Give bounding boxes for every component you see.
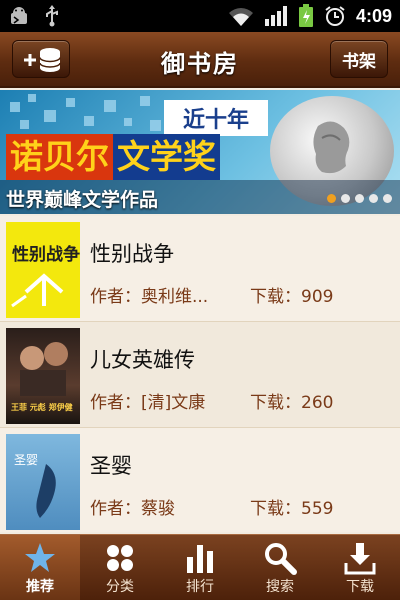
book-downloads: 下载：559 [250, 499, 334, 519]
book-list-item[interactable]: 圣婴 圣婴 作者：蔡骏 下载：559 [0, 428, 400, 532]
banner-decoration [140, 96, 150, 106]
banner-decoration [150, 120, 161, 131]
banner-decoration [66, 98, 75, 107]
promo-banner[interactable]: 近十年 诺贝尔 文学奖 世界巅峰文学作品 [0, 90, 400, 214]
star-icon [25, 543, 55, 572]
book-cover-image: 王菲 元彪 郑伊健 [6, 328, 80, 424]
book-downloads: 下载：260 [250, 393, 334, 413]
book-title: 性别战争 [90, 242, 174, 266]
book-title: 圣婴 [90, 454, 132, 478]
tab-label: 下载 [346, 579, 374, 595]
banner-decoration [104, 100, 116, 112]
tab-label: 推荐 [26, 579, 54, 595]
tab-category[interactable]: 分类 [80, 535, 160, 600]
carousel-dot[interactable] [369, 194, 378, 203]
carousel-dot[interactable] [341, 194, 350, 203]
banner-headline: 诺贝尔 文学奖 [6, 134, 220, 180]
signal-icon [264, 6, 287, 26]
title-bar: 御书房 书架 [0, 32, 400, 88]
bookshelf-button[interactable]: 书架 [330, 40, 388, 78]
cover-title-text: 性别战争 [12, 244, 80, 265]
alarm-icon [325, 6, 345, 26]
carousel-dot[interactable] [327, 194, 336, 203]
download-icon [344, 543, 376, 575]
banner-decoration [20, 120, 29, 129]
cover-title-text: 圣婴 [14, 453, 38, 467]
android-debug-icon [11, 7, 27, 24]
banner-decoration [44, 110, 56, 122]
book-author: 作者：奥利维... [90, 287, 209, 307]
banner-decoration [28, 94, 36, 102]
bottom-tab-bar: 推荐 分类 排行 搜索 下载 [0, 534, 400, 600]
tab-label: 分类 [106, 579, 134, 595]
grid-icon [107, 545, 133, 571]
book-downloads: 下载：909 [250, 287, 334, 307]
search-icon [265, 543, 297, 575]
status-time: 4:09 [355, 5, 392, 26]
tab-label: 排行 [186, 579, 214, 595]
tab-label: 搜索 [266, 579, 294, 595]
tab-download[interactable]: 下载 [320, 535, 400, 600]
app-screen: 4:09 御书房 书架 近十年 诺贝尔 文学奖 世界巅峰文学作品 性别战争 性别… [0, 0, 400, 600]
tab-search[interactable]: 搜索 [240, 535, 320, 600]
status-bar: 4:09 [0, 0, 400, 32]
carousel-dot[interactable] [383, 194, 392, 203]
usb-icon [46, 5, 58, 27]
banner-decoration [10, 102, 20, 112]
book-list-item[interactable]: 性别战争 性别战争 作者：奥利维... 下载：909 [0, 216, 400, 322]
book-cover-image: 性别战争 [6, 222, 80, 318]
banner-headline-part1: 诺贝尔 [6, 134, 113, 180]
tab-recommend[interactable]: 推荐 [0, 535, 80, 600]
bar-chart-icon [187, 545, 213, 573]
banner-decoration [84, 116, 94, 126]
book-author: 作者：蔡骏 [90, 499, 175, 519]
cover-title-text: 王菲 元彪 郑伊健 [11, 402, 73, 412]
book-author: 作者：[清]文康 [90, 393, 206, 413]
banner-headline-part2: 文学奖 [113, 134, 220, 180]
banner-caption: 世界巅峰文学作品 [6, 189, 159, 211]
book-cover-image: 圣婴 [6, 434, 80, 530]
book-list-item[interactable]: 王菲 元彪 郑伊健 儿女英雄传 作者：[清]文康 下载：260 [0, 322, 400, 428]
book-title: 儿女英雄传 [90, 348, 195, 372]
battery-charging-icon [298, 4, 313, 27]
book-list: 性别战争 性别战争 作者：奥利维... 下载：909 王菲 元彪 郑伊健 儿女英… [0, 216, 400, 532]
carousel-dot[interactable] [355, 194, 364, 203]
carousel-indicator[interactable] [327, 194, 392, 203]
tab-ranking[interactable]: 排行 [160, 535, 240, 600]
banner-tag: 近十年 [164, 100, 268, 136]
wifi-icon [228, 8, 253, 26]
banner-decoration [124, 118, 132, 126]
